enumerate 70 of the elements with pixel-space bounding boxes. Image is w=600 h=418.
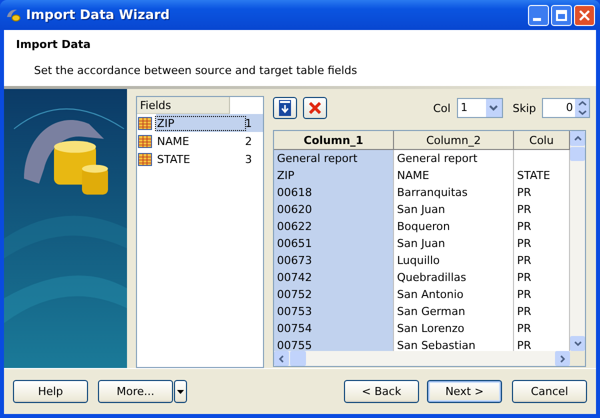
column-header[interactable]: Column_1 <box>274 131 394 150</box>
chevron-up-icon <box>578 101 586 106</box>
table-cell: 00651 <box>274 235 394 252</box>
app-icon <box>5 7 21 23</box>
table-cell: San Antonio <box>394 286 514 303</box>
table-cell: NAME <box>394 167 514 184</box>
table-cell: 00618 <box>274 184 394 201</box>
more-button[interactable]: More... <box>98 380 173 403</box>
field-item[interactable]: ZIP 1 <box>137 114 263 132</box>
table-cell: 00673 <box>274 252 394 269</box>
chevron-right-icon <box>560 354 565 362</box>
table-cell: 00755 <box>274 337 394 351</box>
table-icon <box>138 116 152 130</box>
scrollbar-thumb[interactable] <box>290 351 306 366</box>
column-header[interactable]: Colu <box>514 131 570 150</box>
table-cell: 00754 <box>274 320 394 337</box>
column-header[interactable]: Column_2 <box>394 131 514 150</box>
table-cell: 00752 <box>274 286 394 303</box>
table-cell: 00620 <box>274 201 394 218</box>
table-cell: ZIP <box>274 167 394 184</box>
skip-label: Skip <box>512 102 536 114</box>
vertical-scrollbar[interactable] <box>570 131 585 351</box>
minimize-icon <box>532 18 540 20</box>
horizontal-scrollbar[interactable] <box>274 351 585 366</box>
table-icon <box>138 152 152 166</box>
close-icon <box>309 102 321 114</box>
wizard-button[interactable]: Help <box>13 380 88 403</box>
table-cell: General report <box>394 150 514 167</box>
maximize-button[interactable] <box>551 4 572 26</box>
table-cell: General report <box>274 150 394 167</box>
chevron-down-icon <box>574 341 582 346</box>
page-title: Import Data <box>16 37 91 51</box>
col-dropdown[interactable]: 1 <box>456 98 503 118</box>
wizard-button[interactable]: Cancel <box>512 380 587 403</box>
field-item[interactable]: NAME 2 <box>137 132 263 150</box>
table-cell: Quebradillas <box>394 269 514 286</box>
field-item[interactable]: STATE 3 <box>137 150 263 168</box>
table-cell: San German <box>394 303 514 320</box>
wizard-button[interactable]: < Back <box>344 380 419 403</box>
table-cell: 00753 <box>274 303 394 320</box>
chevron-up-icon <box>574 136 582 141</box>
col-label: Col <box>433 102 451 114</box>
import-button[interactable] <box>273 97 297 119</box>
chevron-down-icon <box>578 110 586 115</box>
table-cell: Luquillo <box>394 252 514 269</box>
page-subtitle: Set the accordance between source and target table fields <box>33 63 358 77</box>
close-icon <box>579 10 590 20</box>
wizard-button[interactable]: Next > <box>427 380 502 403</box>
scrollbar-thumb[interactable] <box>570 147 585 161</box>
skip-spinner[interactable]: 0 <box>542 98 590 118</box>
window-title: Import Data Wizard <box>26 8 171 22</box>
table-cell: Boqueron <box>394 218 514 235</box>
dropdown-button[interactable] <box>174 380 187 403</box>
table-cell: Barranquitas <box>394 184 514 201</box>
caret-icon <box>177 390 184 394</box>
table-cell: 00742 <box>274 269 394 286</box>
chevron-down-icon <box>489 105 498 111</box>
close-button[interactable] <box>574 4 595 26</box>
table-icon <box>138 134 152 148</box>
table-cell: San Lorenzo <box>394 320 514 337</box>
maximize-icon <box>556 10 567 20</box>
scrollbar-corner <box>570 351 585 366</box>
minimize-button[interactable] <box>528 4 549 26</box>
chevron-left-icon <box>279 354 284 362</box>
delete-button[interactable] <box>303 97 327 119</box>
column-header: Fields <box>137 97 230 114</box>
table-cell: San Juan <box>394 201 514 218</box>
download-icon <box>279 100 291 116</box>
table-cell: 00622 <box>274 218 394 235</box>
table-cell: San Juan <box>394 235 514 252</box>
